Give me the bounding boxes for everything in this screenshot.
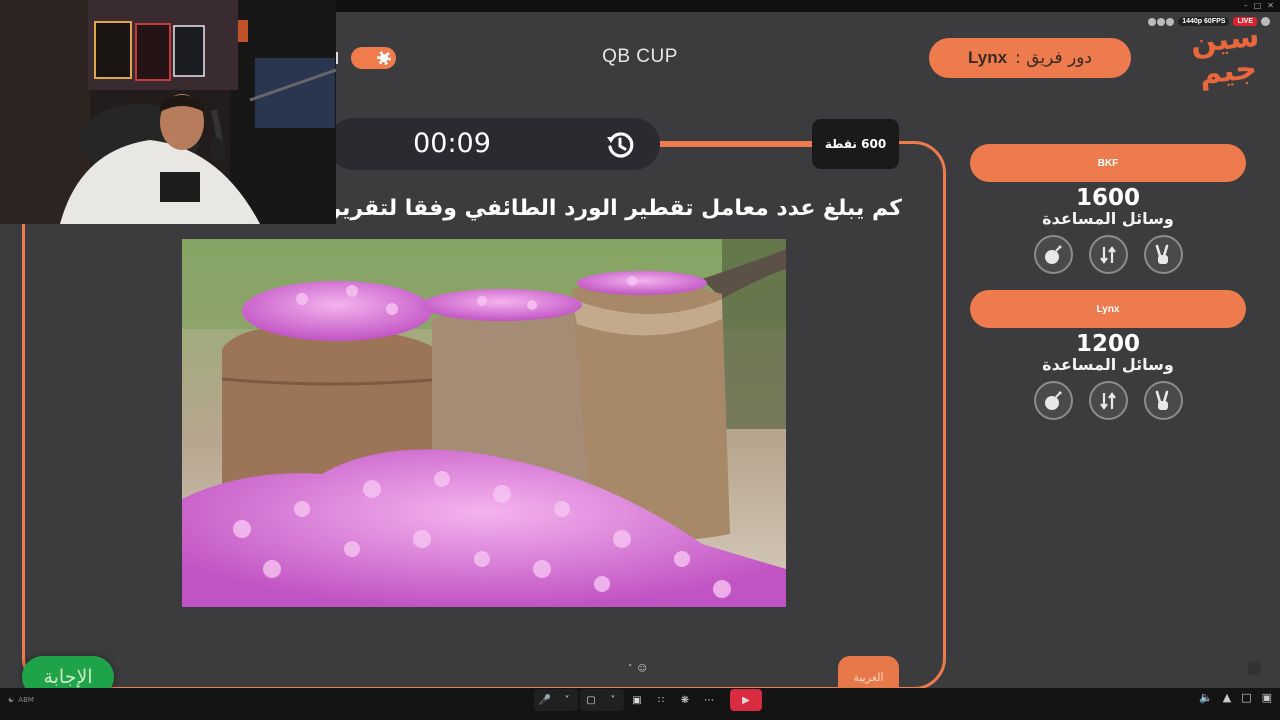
- popout-icon[interactable]: □: [1241, 691, 1251, 704]
- victory-hand-icon[interactable]: [1143, 381, 1183, 420]
- camera-off-icon[interactable]: ▢: [580, 689, 602, 711]
- team-name: BKF: [970, 144, 1246, 182]
- settings-toggle[interactable]: [351, 47, 396, 69]
- helpers-row: [970, 381, 1246, 420]
- disconnect-button[interactable]: ▶: [730, 689, 762, 711]
- toolbar-caret[interactable]: ˄ ☺: [628, 664, 658, 676]
- zoom-icon[interactable]: [1248, 662, 1261, 675]
- microphone-icon[interactable]: 🎤: [534, 689, 556, 711]
- chevron-down-icon[interactable]: ˅: [602, 689, 624, 711]
- minimize-icon[interactable]: –: [1244, 1, 1248, 10]
- more-icon[interactable]: ⋯: [698, 689, 720, 711]
- people-icon[interactable]: ☺: [638, 664, 647, 676]
- team-card: Lynx 1200 وسائل المساعدة: [970, 290, 1246, 436]
- viewer-avatars: [1148, 17, 1175, 26]
- helpers-row: [970, 235, 1246, 274]
- reset-timer-icon[interactable]: [604, 129, 636, 161]
- fullscreen-icon[interactable]: ▣: [1262, 691, 1272, 704]
- victory-hand-icon[interactable]: [1143, 235, 1183, 274]
- points-connector: [660, 144, 820, 147]
- game-title: QB CUP: [602, 46, 678, 67]
- mic-group: 🎤 ˅: [534, 689, 578, 711]
- call-controls: 🎤 ˅ ▢ ˅ ▣ ∷ ❋ ⋯ ▶: [534, 689, 762, 711]
- activity-icon[interactable]: ❋: [674, 689, 696, 711]
- points-badge: 600 نقطة: [812, 119, 899, 169]
- team-score: 1200: [1075, 331, 1140, 357]
- close-icon[interactable]: ✕: [1267, 1, 1274, 10]
- window-controls: – □ ✕: [1244, 1, 1274, 10]
- swap-icon[interactable]: [1088, 235, 1128, 274]
- taskbar-label: ABM: [18, 696, 34, 704]
- toggle-divider: [336, 52, 338, 64]
- taskbar-right: 🔈 ▲ □ ▣: [1199, 691, 1272, 704]
- helpers-label: وسائل المساعدة: [1042, 355, 1174, 374]
- webcam-overlay: [0, 0, 336, 224]
- timer: 00:09: [413, 128, 491, 159]
- team-name: Lynx: [970, 290, 1246, 328]
- volume-icon[interactable]: 🔈: [1199, 691, 1213, 704]
- helpers-label: وسائل المساعدة: [1042, 209, 1174, 228]
- bomb-icon[interactable]: [1033, 235, 1073, 274]
- teams-panel: BKF 1600 وسائل المساعدة Lynx 1200 وسائل …: [970, 144, 1246, 436]
- team-card: BKF 1600 وسائل المساعدة: [970, 144, 1246, 290]
- camera-group: ▢ ˅: [580, 689, 624, 711]
- question-image: [182, 239, 786, 607]
- turn-label: دور فريق :: [1015, 48, 1092, 68]
- accessibility-icon[interactable]: ☯: [8, 696, 14, 704]
- swap-icon[interactable]: [1088, 381, 1128, 420]
- toggle-knob: [377, 51, 391, 65]
- turn-team: Lynx: [968, 48, 1008, 67]
- pin-icon[interactable]: ▲: [1223, 691, 1231, 704]
- taskbar-left: ☯ ABM: [8, 696, 34, 704]
- team-score: 1600: [1075, 185, 1140, 211]
- caret-up-icon[interactable]: ˄: [628, 664, 633, 676]
- apps-icon[interactable]: ∷: [650, 689, 672, 711]
- turn-indicator: دور فريق : Lynx: [929, 38, 1131, 78]
- screen-share-icon[interactable]: ▣: [626, 689, 648, 711]
- chevron-down-icon[interactable]: ˅: [556, 689, 578, 711]
- logo: سين جيم: [1188, 18, 1261, 92]
- maximize-icon[interactable]: □: [1254, 1, 1262, 10]
- bomb-icon[interactable]: [1033, 381, 1073, 420]
